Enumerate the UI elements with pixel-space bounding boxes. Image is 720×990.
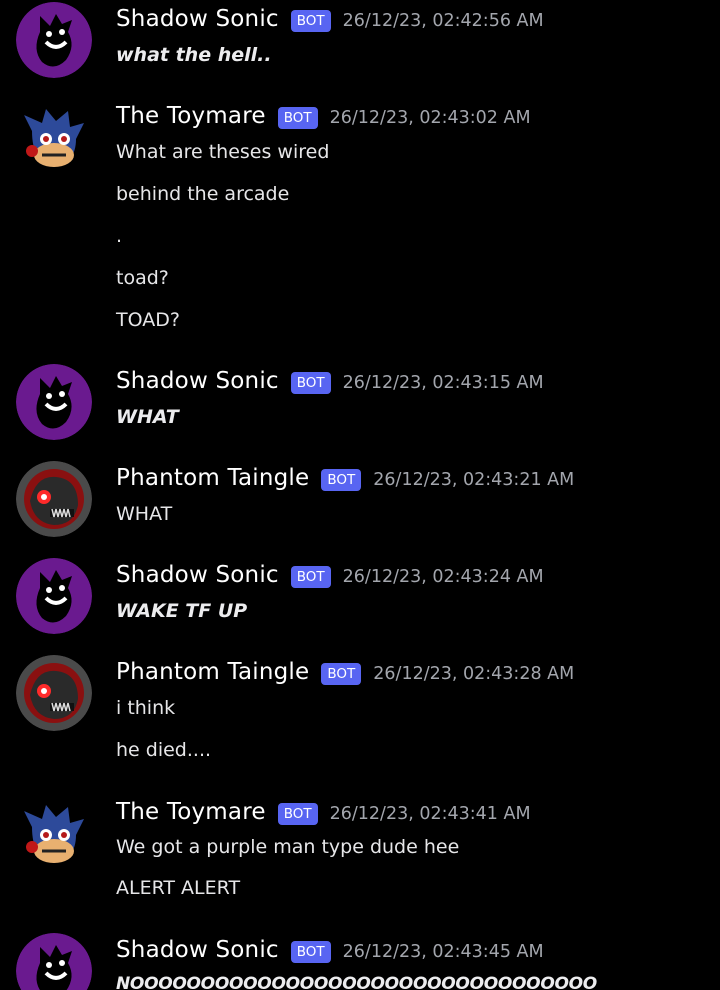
toymare-avatar-icon[interactable]	[16, 101, 92, 177]
message-text: WAKE TF UP	[116, 600, 248, 622]
phantom-taingle-avatar-icon[interactable]	[16, 461, 92, 537]
timestamp: 26/12/23, 02:43:45 AM	[342, 942, 544, 962]
message-text: he died....	[116, 739, 212, 761]
timestamp: 26/12/23, 02:43:02 AM	[329, 108, 531, 128]
shadow-sonic-avatar-icon[interactable]	[16, 2, 92, 78]
message-text: ALERT ALERT	[116, 877, 241, 899]
message-text: i think	[116, 697, 176, 719]
bot-badge: BOT	[290, 10, 331, 32]
timestamp: 26/12/23, 02:43:15 AM	[342, 373, 544, 393]
message-text: What are theses wired	[116, 141, 330, 163]
shadow-sonic-avatar-icon[interactable]	[16, 364, 92, 440]
timestamp: 26/12/23, 02:43:41 AM	[329, 804, 531, 824]
author-name[interactable]: Shadow Sonic	[116, 937, 279, 963]
author-name[interactable]: Phantom Taingle	[116, 465, 309, 491]
bot-badge: BOT	[290, 566, 331, 588]
message-text: TOAD?	[116, 309, 180, 331]
message-text: behind the arcade	[116, 183, 290, 205]
message-text: NOOOOOOOOOOOOOOOOOOOOOOOOOOOOOOOOO	[116, 974, 597, 990]
message-text: toad?	[116, 267, 169, 289]
bot-badge: BOT	[277, 803, 318, 825]
message-text: WHAT	[116, 406, 179, 428]
bot-badge: BOT	[277, 107, 318, 129]
author-name[interactable]: Shadow Sonic	[116, 6, 279, 32]
message-text: WHAT	[116, 503, 173, 525]
shadow-sonic-avatar-icon[interactable]	[16, 933, 92, 990]
timestamp: 26/12/23, 02:43:28 AM	[373, 664, 575, 684]
phantom-taingle-avatar-icon[interactable]	[16, 655, 92, 731]
author-name[interactable]: The Toymare	[116, 103, 266, 129]
bot-badge: BOT	[290, 372, 331, 394]
toymare-avatar-icon[interactable]	[16, 797, 92, 873]
timestamp: 26/12/23, 02:43:24 AM	[342, 567, 544, 587]
author-name[interactable]: Shadow Sonic	[116, 562, 279, 588]
bot-badge: BOT	[321, 663, 362, 685]
author-name[interactable]: Shadow Sonic	[116, 368, 279, 394]
author-name[interactable]: Phantom Taingle	[116, 659, 309, 685]
bot-badge: BOT	[321, 469, 362, 491]
message-text: We got a purple man type dude hee	[116, 836, 460, 858]
timestamp: 26/12/23, 02:42:56 AM	[342, 11, 544, 31]
shadow-sonic-avatar-icon[interactable]	[16, 558, 92, 634]
bot-badge: BOT	[290, 941, 331, 963]
timestamp: 26/12/23, 02:43:21 AM	[373, 470, 575, 490]
message-text: what the hell..	[116, 44, 272, 66]
author-name[interactable]: The Toymare	[116, 799, 266, 825]
message-text: .	[116, 225, 123, 247]
